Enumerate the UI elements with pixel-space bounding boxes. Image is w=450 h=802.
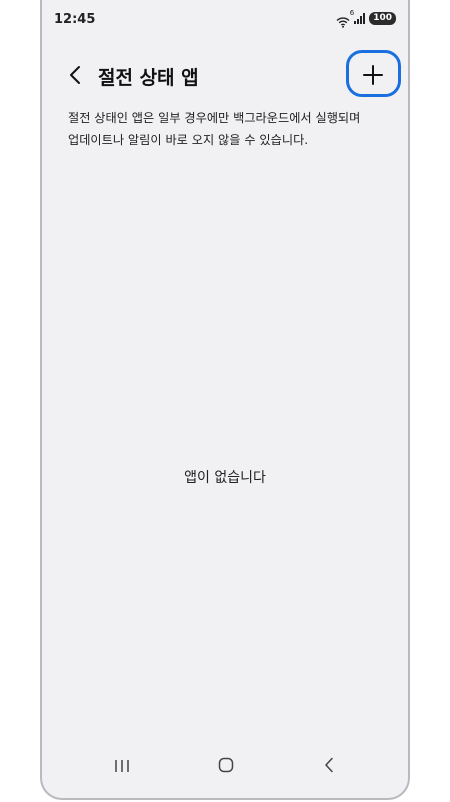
wifi-icon: 6	[336, 9, 354, 28]
back-icon[interactable]	[324, 757, 334, 773]
plus-icon	[363, 65, 383, 85]
page-title: 절전 상태 앱	[98, 67, 199, 89]
phone-screen: 12:45 6 100 절전 상태 앱 절전 상태인 앱은 일부 경우에만 백그…	[40, 0, 410, 800]
add-button[interactable]	[360, 62, 386, 88]
battery-icon: 100	[369, 12, 396, 25]
description-line-1: 절전 상태인 앱은 일부 경우에만 백그라운드에서 실행되며	[68, 111, 361, 125]
description-line-2: 업데이트나 알림이 바로 오지 않을 수 있습니다.	[68, 133, 309, 147]
back-button[interactable]	[64, 62, 88, 88]
status-icons: 6 100	[336, 9, 396, 28]
empty-state-message: 앱이 없습니다	[184, 470, 266, 486]
app-bar: 절전 상태 앱	[42, 50, 408, 100]
chevron-left-icon	[70, 66, 80, 84]
wifi-label: 6	[349, 8, 355, 17]
recent-apps-icon[interactable]	[114, 758, 130, 772]
status-bar: 12:45 6 100	[42, 0, 408, 40]
description: 절전 상태인 앱은 일부 경우에만 백그라운드에서 실행되며 업데이트나 알림이…	[68, 107, 388, 151]
signal-icon	[354, 13, 366, 24]
home-icon[interactable]	[218, 757, 234, 773]
navigation-bar	[42, 728, 408, 798]
status-time: 12:45	[54, 12, 96, 27]
